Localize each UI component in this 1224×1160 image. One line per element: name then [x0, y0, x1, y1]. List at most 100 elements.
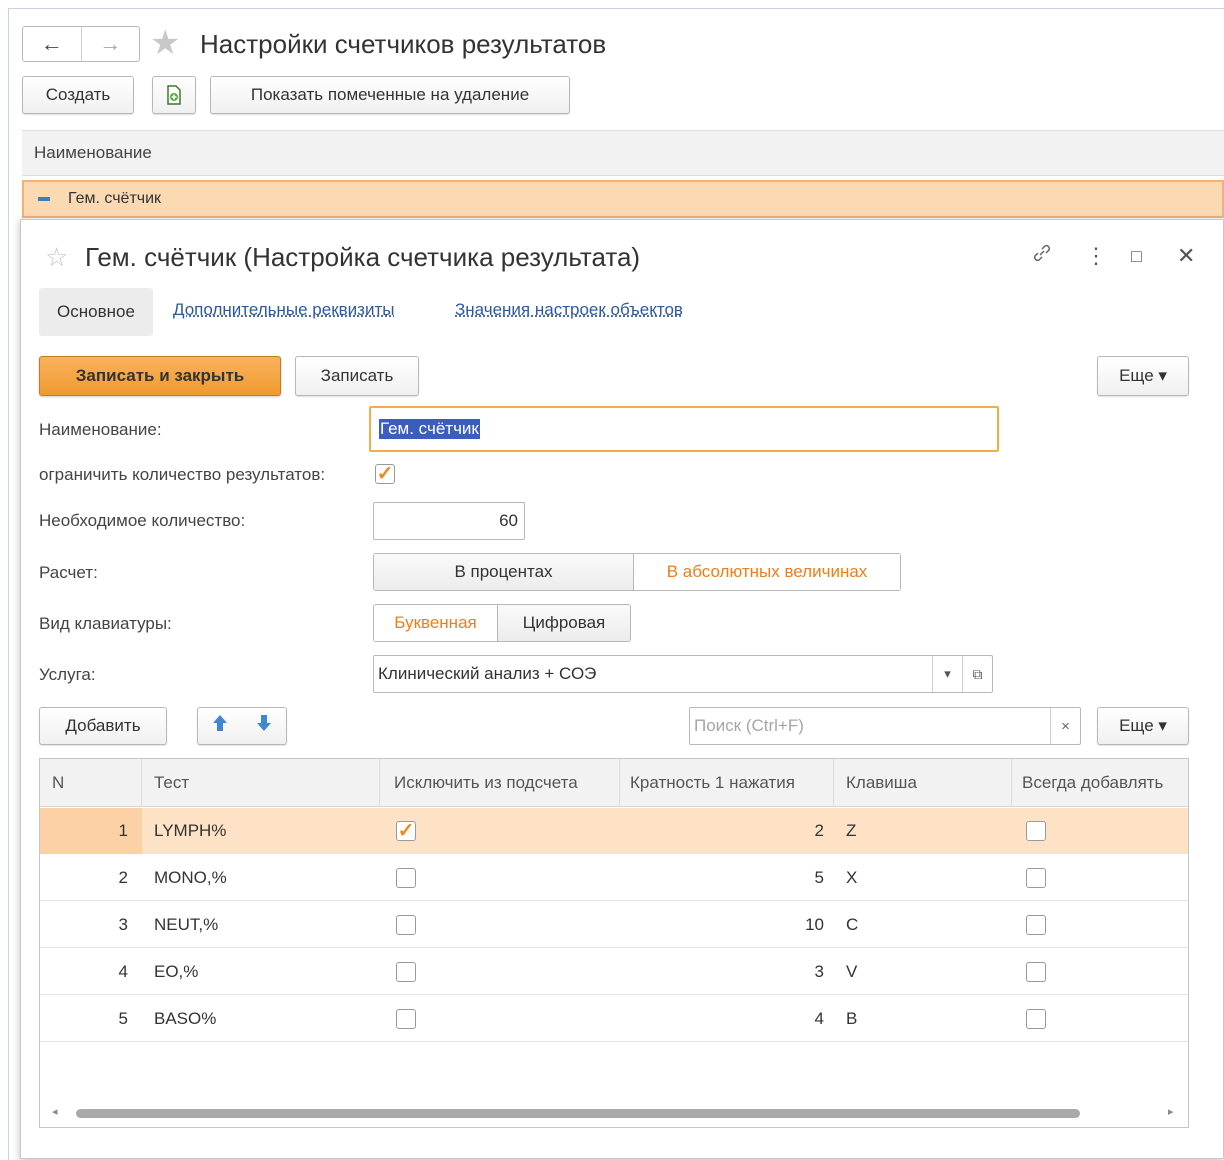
cell-exclude[interactable]: ✓	[396, 808, 436, 854]
column-header-n[interactable]: N	[40, 759, 142, 807]
save-button[interactable]: Записать	[295, 356, 419, 396]
search-placeholder: Поиск (Ctrl+F)	[694, 716, 804, 735]
tab-additional-attributes[interactable]: Дополнительные реквизиты	[173, 300, 394, 320]
cell-test: LYMPH%	[154, 821, 227, 840]
cell-multiplicity: 5	[814, 868, 824, 887]
link-icon[interactable]	[1031, 242, 1053, 271]
favorite-star-icon[interactable]: ☆	[45, 242, 68, 272]
list-column-header[interactable]: Наименование	[22, 130, 1224, 176]
cell-test: NEUT,%	[154, 915, 219, 934]
back-icon[interactable]: ←	[23, 27, 81, 61]
maximize-icon[interactable]: □	[1131, 242, 1142, 270]
cell-always-add[interactable]	[1026, 949, 1066, 995]
service-select[interactable]: Клинический анализ + СОЭ ▾ ⧉	[373, 655, 993, 693]
save-and-close-button[interactable]: Записать и закрыть	[39, 356, 281, 396]
table-row[interactable]: 3 NEUT,% 10 C	[40, 902, 1188, 948]
open-item-icon[interactable]: ⧉	[962, 656, 992, 692]
exclude-checkbox[interactable]	[396, 1009, 416, 1029]
name-field[interactable]: Гем. счётчик	[369, 406, 999, 452]
cell-test: MONO,%	[154, 868, 227, 887]
clear-search-icon[interactable]: ×	[1050, 708, 1080, 744]
cell-exclude[interactable]	[396, 855, 436, 901]
exclude-checkbox[interactable]	[396, 868, 416, 888]
navigation-group: ← →	[22, 26, 140, 62]
calc-absolute-option[interactable]: В абсолютных величинах	[633, 554, 900, 590]
always-add-checkbox[interactable]	[1026, 915, 1046, 935]
exclude-checkbox[interactable]	[396, 962, 416, 982]
create-button[interactable]: Создать	[22, 76, 134, 114]
exclude-checkbox[interactable]: ✓	[396, 821, 416, 841]
keyboard-digits-option[interactable]: Цифровая	[497, 605, 630, 641]
scroll-left-icon[interactable]: ◂	[52, 1105, 58, 1118]
scroll-thumb[interactable]	[76, 1109, 1080, 1118]
cell-n: 1	[40, 808, 142, 854]
name-label: Наименование:	[39, 420, 162, 439]
cell-always-add[interactable]	[1026, 808, 1066, 854]
table-row[interactable]: 1 LYMPH% ✓ 2 Z	[40, 808, 1188, 854]
move-buttons-group	[197, 707, 287, 745]
scroll-right-icon[interactable]: ▸	[1168, 1105, 1174, 1118]
copy-button[interactable]	[152, 76, 196, 114]
close-icon[interactable]: ✕	[1177, 242, 1195, 270]
calculation-label: Расчет:	[39, 563, 98, 582]
cell-key: Z	[846, 821, 857, 840]
tab-main[interactable]: Основное	[39, 288, 153, 336]
table-row[interactable]: 4 EO,% 3 V	[40, 949, 1188, 995]
cell-exclude[interactable]	[396, 949, 436, 995]
always-add-checkbox[interactable]	[1026, 1009, 1046, 1029]
more-icon[interactable]: ⋮	[1085, 242, 1107, 270]
exclude-checkbox[interactable]	[396, 915, 416, 935]
copy-icon	[167, 85, 181, 105]
search-input[interactable]: Поиск (Ctrl+F) ×	[689, 707, 1081, 745]
calc-percent-option[interactable]: В процентах	[374, 554, 634, 590]
calculation-switch: В процентах В абсолютных величинах	[373, 553, 901, 591]
add-row-button[interactable]: Добавить	[39, 707, 167, 745]
table-row[interactable]: 2 MONO,% 5 X	[40, 855, 1188, 901]
keyboard-letters-option[interactable]: Буквенная	[374, 605, 498, 641]
horizontal-scrollbar[interactable]: ◂ ▸	[40, 1101, 1188, 1127]
cell-multiplicity: 10	[805, 915, 824, 934]
cell-exclude[interactable]	[396, 902, 436, 948]
always-add-checkbox[interactable]	[1026, 868, 1046, 888]
more-button[interactable]: Еще ▾	[1097, 356, 1189, 396]
chevron-down-icon[interactable]: ▾	[932, 656, 962, 692]
arrow-down-icon[interactable]	[242, 714, 286, 738]
always-add-checkbox[interactable]	[1026, 962, 1046, 982]
cell-key: V	[846, 962, 858, 981]
limit-label: ограничить количество результатов:	[39, 465, 326, 484]
cell-test: EO,%	[154, 962, 199, 981]
tab-object-settings[interactable]: Значения настроек объектов	[455, 300, 683, 320]
column-header-exclude[interactable]: Исключить из подсчета	[380, 759, 620, 807]
table-header: N Тест Исключить из подсчета Кратность 1…	[40, 759, 1188, 807]
cell-always-add[interactable]	[1026, 855, 1066, 901]
forward-icon[interactable]: →	[80, 27, 140, 61]
cell-key: B	[846, 1009, 858, 1028]
tests-table: N Тест Исключить из подсчета Кратность 1…	[39, 758, 1189, 1128]
favorite-star-icon[interactable]: ★	[150, 25, 180, 61]
column-header-multiplicity[interactable]: Кратность 1 нажатия	[620, 759, 834, 807]
cell-always-add[interactable]	[1026, 902, 1066, 948]
column-header-key[interactable]: Клавиша	[834, 759, 1012, 807]
table-row[interactable]: 5 BASO% 4 B	[40, 996, 1188, 1042]
limit-checkbox[interactable]: ✓	[375, 464, 395, 484]
dialog-title: Гем. счётчик (Настройка счетчика результ…	[85, 242, 641, 272]
cell-test: BASO%	[154, 1009, 217, 1028]
required-count-field[interactable]: 60	[373, 502, 525, 540]
settings-dialog: ☆ Гем. счётчик (Настройка счетчика резул…	[20, 219, 1224, 1159]
arrow-up-icon[interactable]	[198, 714, 242, 738]
cell-n: 2	[118, 868, 128, 887]
keyboard-type-switch: Буквенная Цифровая	[373, 604, 631, 642]
list-item-label: Гем. счётчик	[68, 190, 162, 207]
column-header-always-add[interactable]: Всегда добавлять	[1012, 759, 1188, 807]
cell-key: C	[846, 915, 859, 934]
column-header-test[interactable]: Тест	[142, 759, 380, 807]
list-item[interactable]: Гем. счётчик	[22, 180, 1224, 218]
cell-always-add[interactable]	[1026, 996, 1066, 1042]
show-deleted-button[interactable]: Показать помеченные на удаление	[210, 76, 570, 114]
required-count-label: Необходимое количество:	[39, 511, 246, 530]
cell-key: X	[846, 868, 858, 887]
table-more-button[interactable]: Еще ▾	[1097, 707, 1189, 745]
collapse-icon[interactable]	[38, 197, 50, 201]
cell-exclude[interactable]	[396, 996, 436, 1042]
always-add-checkbox[interactable]	[1026, 821, 1046, 841]
